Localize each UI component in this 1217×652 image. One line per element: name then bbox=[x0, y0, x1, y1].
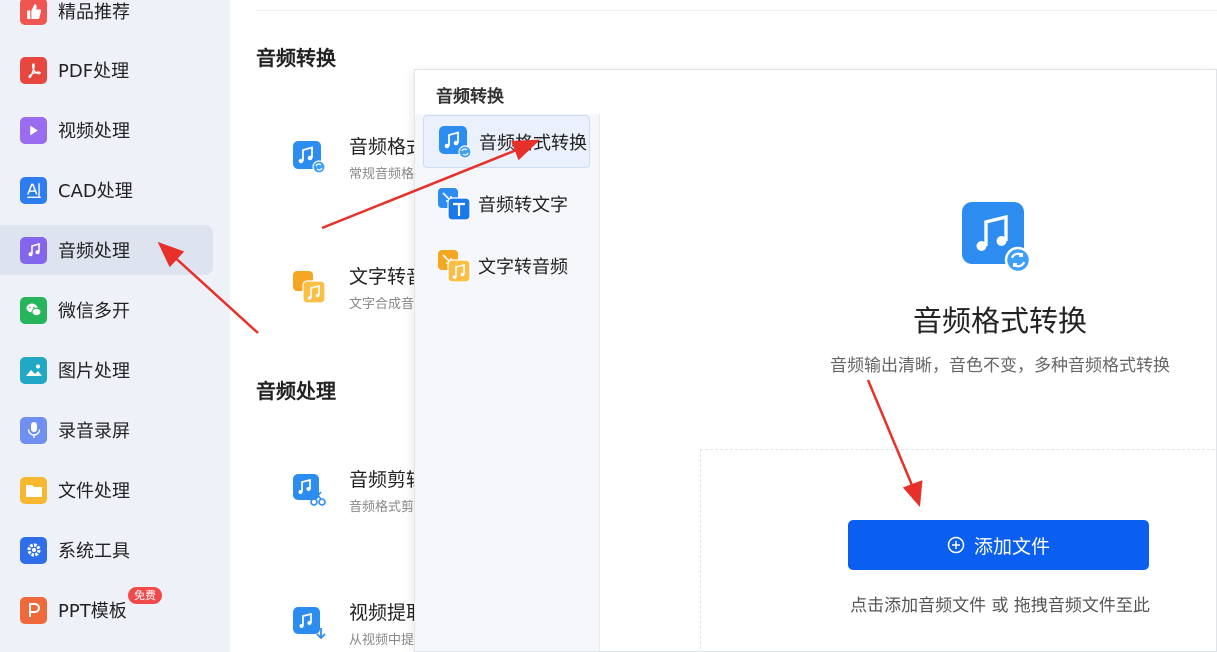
thumbs-up-icon bbox=[20, 0, 47, 25]
sidebar-item-image[interactable]: 图片处理 bbox=[0, 345, 213, 395]
panel-nav: 音频格式转换 音频转文字 文字转音频 bbox=[415, 114, 600, 651]
tab-audio-to-text[interactable]: 音频转文字 bbox=[423, 177, 590, 230]
text-to-audio-icon bbox=[438, 249, 471, 283]
cad-icon bbox=[20, 176, 47, 204]
text-to-audio-icon bbox=[293, 271, 326, 304]
sidebar-item-ppt[interactable]: PPT模板 免费 bbox=[0, 585, 213, 635]
sidebar-item-label: 系统工具 bbox=[58, 541, 130, 562]
sidebar-item-cad[interactable]: CAD处理 bbox=[0, 165, 213, 215]
folder-icon bbox=[20, 476, 47, 504]
sidebar-item-label: PDF处理 bbox=[58, 61, 130, 82]
video-extract-icon bbox=[293, 607, 326, 640]
sidebar-item-video[interactable]: 视频处理 bbox=[0, 105, 213, 155]
sidebar-item-label: 视频处理 bbox=[58, 121, 130, 142]
audio-convert-icon bbox=[439, 125, 472, 159]
sidebar-item-audio[interactable]: 音频处理 bbox=[0, 225, 213, 275]
sidebar-item-system[interactable]: 系统工具 bbox=[0, 525, 213, 575]
sidebar-item-label: 音频处理 bbox=[58, 241, 130, 262]
tab-label: 文字转音频 bbox=[478, 256, 568, 278]
sidebar-item-record[interactable]: 录音录屏 bbox=[0, 405, 213, 455]
tab-label: 音频转文字 bbox=[478, 194, 568, 216]
audio-convert-panel: 音频转换 音频格式转换 音频转文字 文字转音频 音频格式转换 音频输出清晰，音色… bbox=[414, 69, 1217, 652]
sidebar: 精品推荐 PDF处理 视频处理 CAD处理 音频处理 微信多开 图片处理 录音录… bbox=[0, 0, 230, 652]
tab-label: 音频格式转换 bbox=[479, 132, 587, 154]
card-subtitle: 从视频中提 bbox=[349, 633, 415, 648]
section-title-audio-convert: 音频转换 bbox=[256, 46, 336, 70]
image-icon bbox=[20, 356, 47, 384]
sidebar-item-wechat[interactable]: 微信多开 bbox=[0, 285, 213, 335]
ppt-icon bbox=[20, 596, 47, 624]
main-title: 音频格式转换 bbox=[912, 304, 1087, 338]
sidebar-item-featured[interactable]: 精品推荐 bbox=[0, 0, 213, 36]
play-icon bbox=[20, 116, 47, 144]
sidebar-item-label: 文件处理 bbox=[58, 481, 130, 502]
tab-audio-format-convert[interactable]: 音频格式转换 bbox=[423, 115, 590, 168]
sidebar-item-label: 微信多开 bbox=[58, 301, 130, 322]
panel-title: 音频转换 bbox=[436, 87, 504, 107]
audio-convert-icon bbox=[293, 141, 326, 174]
pdf-icon bbox=[20, 56, 47, 84]
sidebar-item-label: PPT模板 bbox=[58, 601, 127, 622]
card-subtitle: 音频格式剪 bbox=[349, 500, 415, 515]
sidebar-item-label: 精品推荐 bbox=[58, 2, 130, 23]
free-badge: 免费 bbox=[128, 587, 162, 604]
sidebar-item-label: 图片处理 bbox=[58, 361, 130, 382]
drop-hint: 点击添加音频文件 或 拖拽音频文件至此 bbox=[850, 596, 1150, 616]
sidebar-item-pdf[interactable]: PDF处理 bbox=[0, 45, 213, 95]
plus-circle-icon bbox=[947, 536, 965, 554]
divider bbox=[256, 10, 1217, 11]
sidebar-item-label: 录音录屏 bbox=[58, 421, 130, 442]
audio-to-text-icon bbox=[438, 187, 471, 221]
card-subtitle: 常规音频格 bbox=[349, 167, 415, 182]
sidebar-item-file[interactable]: 文件处理 bbox=[0, 465, 213, 515]
sidebar-item-label: CAD处理 bbox=[58, 181, 133, 202]
add-file-label: 添加文件 bbox=[973, 535, 1050, 558]
main-subtitle: 音频输出清晰，音色不变，多种音频格式转换 bbox=[830, 356, 1170, 376]
card-subtitle: 文字合成音 bbox=[349, 297, 415, 312]
section-title-audio-process: 音频处理 bbox=[256, 379, 336, 403]
microphone-icon bbox=[20, 416, 47, 444]
wechat-icon bbox=[20, 296, 47, 324]
gear-icon bbox=[20, 536, 47, 564]
audio-cut-icon bbox=[293, 474, 326, 506]
tab-text-to-audio[interactable]: 文字转音频 bbox=[423, 239, 590, 292]
add-file-button[interactable]: 添加文件 bbox=[848, 520, 1149, 570]
audio-convert-icon bbox=[962, 202, 1032, 274]
music-note-icon bbox=[20, 236, 47, 264]
